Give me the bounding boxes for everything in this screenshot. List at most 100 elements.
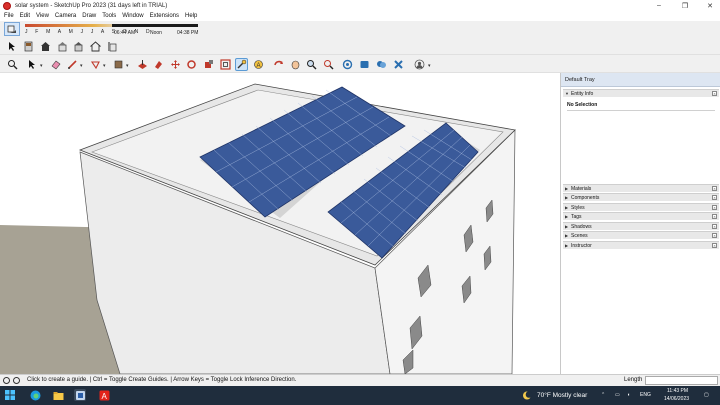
- extension-manager-button[interactable]: [392, 58, 405, 71]
- front-view-button[interactable]: [56, 40, 69, 53]
- shadows-panel-header[interactable]: ▶ Shadows ×: [563, 222, 719, 230]
- pan-button[interactable]: [289, 58, 302, 71]
- menu-tools[interactable]: Tools: [102, 13, 116, 19]
- select-arrow-icon: [29, 60, 35, 69]
- start-button[interactable]: [4, 389, 16, 401]
- orbit-button[interactable]: [272, 58, 285, 71]
- shadow-toggle-button[interactable]: [4, 22, 20, 36]
- menu-window[interactable]: Window: [122, 13, 143, 19]
- move-button[interactable]: [169, 58, 182, 71]
- menu-extensions[interactable]: Extensions: [150, 13, 179, 19]
- close-panel-icon[interactable]: ×: [712, 205, 717, 210]
- entity-info-panel-header[interactable]: ▼ Entity Info ×: [563, 89, 719, 97]
- zoom-button[interactable]: [305, 58, 318, 71]
- components-label: Components: [571, 194, 600, 201]
- taskbar-edge[interactable]: [29, 389, 41, 401]
- eraser-icon: [51, 60, 61, 70]
- shadow-icon: [7, 25, 16, 33]
- right-view-icon: [74, 42, 83, 52]
- tape-measure-button[interactable]: [235, 58, 248, 71]
- line-dropdown-icon[interactable]: ▾: [80, 63, 83, 69]
- taskbar-acrobat[interactable]: A: [98, 389, 110, 401]
- scale-button[interactable]: [202, 58, 215, 71]
- tray-chevron-icon[interactable]: ⌃: [601, 392, 605, 398]
- menu-help[interactable]: Help: [185, 13, 197, 19]
- tags-panel-header[interactable]: ▶ Tags ×: [563, 212, 719, 220]
- rotate-button[interactable]: [185, 58, 198, 71]
- svg-text:A: A: [257, 63, 261, 69]
- language-indicator[interactable]: ENG: [640, 392, 651, 398]
- offset-button[interactable]: [219, 58, 232, 71]
- close-button[interactable]: ✕: [698, 0, 720, 11]
- instructor-panel-header[interactable]: ▶ Instructor ×: [563, 241, 719, 249]
- taskbar-file-explorer[interactable]: [52, 389, 64, 401]
- time-slider[interactable]: [112, 24, 198, 27]
- styles-panel-header[interactable]: ▶ Styles ×: [563, 203, 719, 211]
- materials-button[interactable]: [22, 40, 35, 53]
- geo-location-icon[interactable]: [3, 377, 10, 384]
- select-dropdown-icon[interactable]: ▾: [40, 63, 43, 69]
- menu-file[interactable]: File: [4, 13, 14, 19]
- home-view-icon: [41, 42, 50, 51]
- weather-widget[interactable]: [521, 389, 533, 401]
- menu-view[interactable]: View: [36, 13, 49, 19]
- taskbar-sketchup[interactable]: [74, 389, 86, 401]
- eraser-button[interactable]: [49, 58, 62, 71]
- paint-dropdown-icon[interactable]: ▾: [126, 63, 129, 69]
- clock-date[interactable]: 14/06/2023: [664, 396, 689, 402]
- push-pull-button[interactable]: [136, 58, 149, 71]
- shape-dropdown-icon[interactable]: ▾: [103, 63, 106, 69]
- follow-me-button[interactable]: [152, 58, 165, 71]
- select-button[interactable]: [25, 58, 38, 71]
- select-large-button[interactable]: [6, 40, 19, 53]
- measurements-input[interactable]: [645, 376, 718, 385]
- menu-camera[interactable]: Camera: [55, 13, 76, 19]
- menu-draw[interactable]: Draw: [82, 13, 96, 19]
- close-panel-icon[interactable]: ×: [712, 224, 717, 229]
- close-panel-icon[interactable]: ×: [712, 91, 717, 96]
- layout-icon: [377, 61, 386, 68]
- moon-weather-icon: [522, 390, 532, 399]
- selection-status: No Selection: [567, 102, 598, 108]
- measurements-label: Length: [624, 377, 643, 383]
- scenes-label: Scenes: [571, 232, 588, 239]
- 3d-warehouse-button[interactable]: [341, 58, 354, 71]
- home-view-button[interactable]: [39, 40, 52, 53]
- account-dropdown-icon[interactable]: ▾: [428, 63, 431, 69]
- shape-button[interactable]: [89, 58, 102, 71]
- weather-text[interactable]: 70°F Mostly clear: [537, 392, 587, 399]
- right-view-button[interactable]: [72, 40, 85, 53]
- close-panel-icon[interactable]: ×: [712, 195, 717, 200]
- entity-info-label: Entity Info: [571, 90, 594, 97]
- close-panel-icon[interactable]: ×: [712, 186, 717, 191]
- credits-icon[interactable]: [13, 377, 20, 384]
- layout-button[interactable]: [375, 58, 388, 71]
- back-view-button[interactable]: [89, 40, 102, 53]
- maximize-button[interactable]: ❐: [673, 0, 697, 11]
- tags-label: Tags: [571, 213, 582, 220]
- line-button[interactable]: [66, 58, 79, 71]
- scenes-panel-header[interactable]: ▶ Scenes ×: [563, 231, 719, 239]
- minimize-button[interactable]: –: [647, 0, 671, 11]
- user-account-button[interactable]: [413, 58, 426, 71]
- clock-time[interactable]: 11:43 PM: [667, 388, 688, 394]
- close-panel-icon[interactable]: ×: [712, 214, 717, 219]
- left-view-button[interactable]: [106, 40, 119, 53]
- acrobat-icon: A: [99, 390, 109, 401]
- volume-icon[interactable]: ◖: [627, 392, 630, 398]
- menu-edit[interactable]: Edit: [20, 13, 30, 19]
- model-viewport[interactable]: [0, 73, 560, 374]
- house-outline-icon: [90, 41, 101, 52]
- components-panel-header[interactable]: ▶ Components ×: [563, 193, 719, 201]
- network-icon[interactable]: ▭: [615, 392, 620, 398]
- close-panel-icon[interactable]: ×: [712, 243, 717, 248]
- materials-panel-header[interactable]: ▶ Materials ×: [563, 184, 719, 192]
- text-button[interactable]: A: [252, 58, 265, 71]
- text-icon: A: [254, 60, 263, 69]
- notifications-icon[interactable]: ▢: [704, 392, 709, 398]
- close-panel-icon[interactable]: ×: [712, 233, 717, 238]
- zoom-window-button[interactable]: [6, 58, 19, 71]
- paint-bucket-button[interactable]: [112, 58, 125, 71]
- zoom-extents-button[interactable]: [322, 58, 335, 71]
- extension-warehouse-button[interactable]: [358, 58, 371, 71]
